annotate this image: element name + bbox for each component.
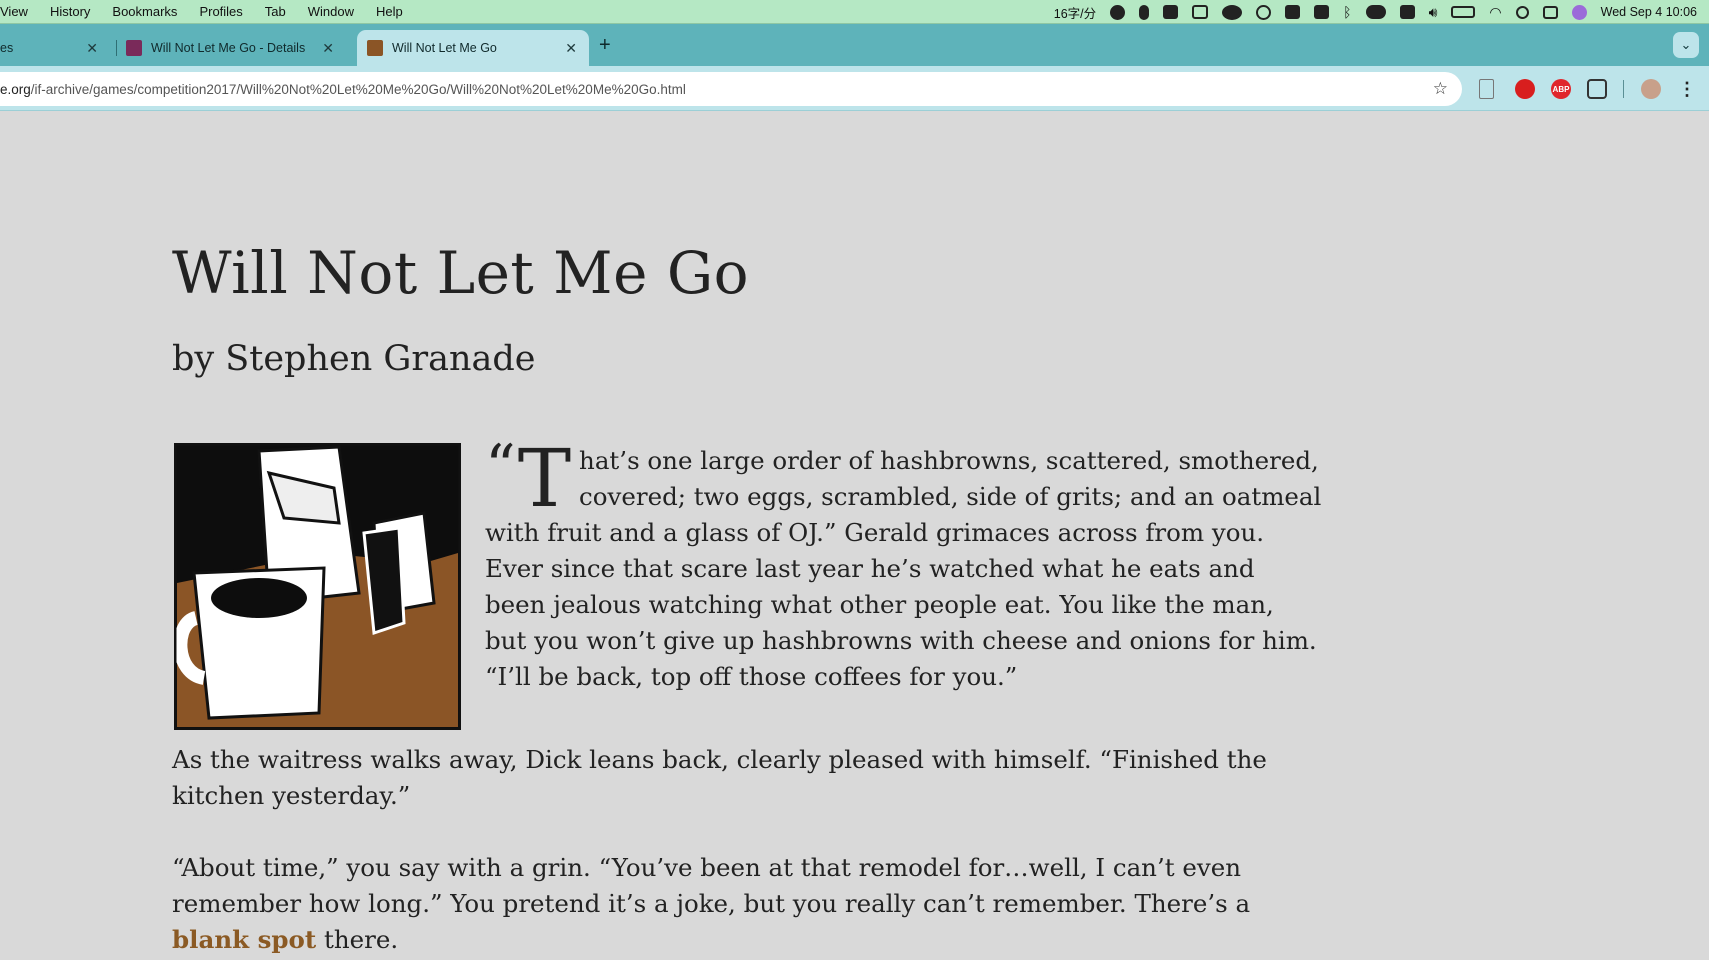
- author-byline: by Stephen Granade: [172, 339, 536, 379]
- browser-toolbar: e.org/if-archive/games/competition2017/W…: [0, 66, 1709, 111]
- wifi-icon[interactable]: ◠: [1489, 4, 1501, 21]
- story-text: “That’s one large order of hashbrowns, s…: [172, 432, 1322, 960]
- address-bar[interactable]: e.org/if-archive/games/competition2017/W…: [0, 72, 1462, 106]
- menu-tab[interactable]: Tab: [254, 4, 297, 19]
- ublock-extension-icon[interactable]: [1515, 79, 1535, 99]
- menu-profiles[interactable]: Profiles: [188, 4, 253, 19]
- paragraph-text: As the waitress walks away, Dick leans b…: [172, 745, 1267, 810]
- s-app-icon[interactable]: [1314, 5, 1330, 19]
- status-area: 16字/分 ᛒ 🔊︎ ◠ Wed Sep 4 10:06: [1054, 0, 1697, 24]
- control-center-icon[interactable]: [1542, 5, 1558, 19]
- paragraph-text: “About time,” you say with a grin. “You’…: [172, 853, 1251, 918]
- menu-history[interactable]: History: [39, 4, 101, 19]
- tab-strip: es ✕ Will Not Let Me Go - Details ✕ Will…: [0, 24, 1709, 66]
- cloud-icon[interactable]: [1365, 5, 1386, 19]
- diner-coffee-illustration: [174, 443, 461, 730]
- microphone-icon[interactable]: [1139, 4, 1150, 20]
- input-method-icon[interactable]: [1163, 5, 1179, 19]
- profile-avatar[interactable]: [1641, 79, 1661, 99]
- bookmark-star-icon[interactable]: ☆: [1433, 79, 1448, 99]
- drop-cap: T: [517, 432, 572, 525]
- ifdb-favicon-icon: [126, 40, 142, 56]
- browser-menu-icon[interactable]: ⋮: [1677, 79, 1697, 99]
- emoji-icon[interactable]: [1110, 4, 1126, 20]
- extensions-puzzle-icon[interactable]: [1587, 79, 1607, 99]
- tab-active[interactable]: Will Not Let Me Go ✕: [357, 30, 589, 66]
- drive-icon[interactable]: [1285, 5, 1301, 19]
- toolbar-divider: [1623, 80, 1624, 98]
- close-icon[interactable]: ✕: [565, 40, 577, 57]
- volume-icon[interactable]: 🔊︎: [1429, 4, 1438, 21]
- reading-speed[interactable]: 16字/分: [1054, 3, 1096, 22]
- new-tab-button[interactable]: +: [599, 34, 611, 57]
- story-paragraph: “About time,” you say with a grin. “You’…: [172, 850, 1322, 958]
- clock[interactable]: Wed Sep 4 10:06: [1601, 5, 1697, 19]
- tab-label: es: [0, 41, 14, 55]
- adblock-extension-icon[interactable]: ABP: [1551, 79, 1571, 99]
- url-text[interactable]: e.org/if-archive/games/competition2017/W…: [0, 82, 686, 97]
- paragraph-text: hat’s one large order of hashbrowns, sca…: [485, 446, 1322, 691]
- tab-search-button[interactable]: ⌄: [1673, 32, 1699, 58]
- reader-extension-icon[interactable]: [1479, 79, 1494, 99]
- screenshot-icon[interactable]: [1192, 5, 1209, 19]
- siri-icon[interactable]: [1571, 4, 1587, 20]
- menu-view[interactable]: View: [0, 4, 39, 19]
- close-icon[interactable]: ✕: [86, 40, 98, 57]
- game-favicon-icon: [367, 40, 383, 56]
- story-paragraph: “That’s one large order of hashbrowns, s…: [172, 432, 1322, 730]
- url-domain: e.org: [0, 81, 31, 97]
- menu-help[interactable]: Help: [365, 4, 414, 19]
- tab-label: Will Not Let Me Go: [392, 41, 497, 55]
- search-icon[interactable]: [1515, 5, 1529, 19]
- opening-quote: “: [485, 432, 516, 502]
- game-title: Will Not Let Me Go: [172, 239, 750, 307]
- close-icon[interactable]: ✕: [322, 40, 334, 57]
- story-paragraph: As the waitress walks away, Dick leans b…: [172, 742, 1322, 814]
- chatgpt-icon[interactable]: [1256, 4, 1272, 20]
- app-menu: View History Bookmarks Profiles Tab Wind…: [0, 4, 414, 19]
- tab-details[interactable]: Will Not Let Me Go - Details ✕: [126, 30, 346, 66]
- blank-spot-link[interactable]: blank spot: [172, 925, 316, 954]
- web-page: Will Not Let Me Go by Stephen Granade “T…: [0, 111, 1709, 960]
- menu-window[interactable]: Window: [297, 4, 365, 19]
- battery-icon[interactable]: [1451, 6, 1476, 18]
- paragraph-text: there.: [316, 925, 399, 954]
- bluetooth-icon[interactable]: ᛒ: [1343, 4, 1351, 20]
- wechat-icon[interactable]: [1222, 4, 1243, 20]
- tab-label: Will Not Let Me Go - Details: [151, 41, 306, 55]
- tab-partial[interactable]: es ✕: [0, 30, 110, 66]
- tab-divider: [116, 40, 117, 56]
- sync-icon[interactable]: [1399, 5, 1415, 19]
- menu-bar: View History Bookmarks Profiles Tab Wind…: [0, 0, 1709, 24]
- url-path: /if-archive/games/competition2017/Will%2…: [30, 81, 686, 97]
- menu-bookmarks[interactable]: Bookmarks: [101, 4, 188, 19]
